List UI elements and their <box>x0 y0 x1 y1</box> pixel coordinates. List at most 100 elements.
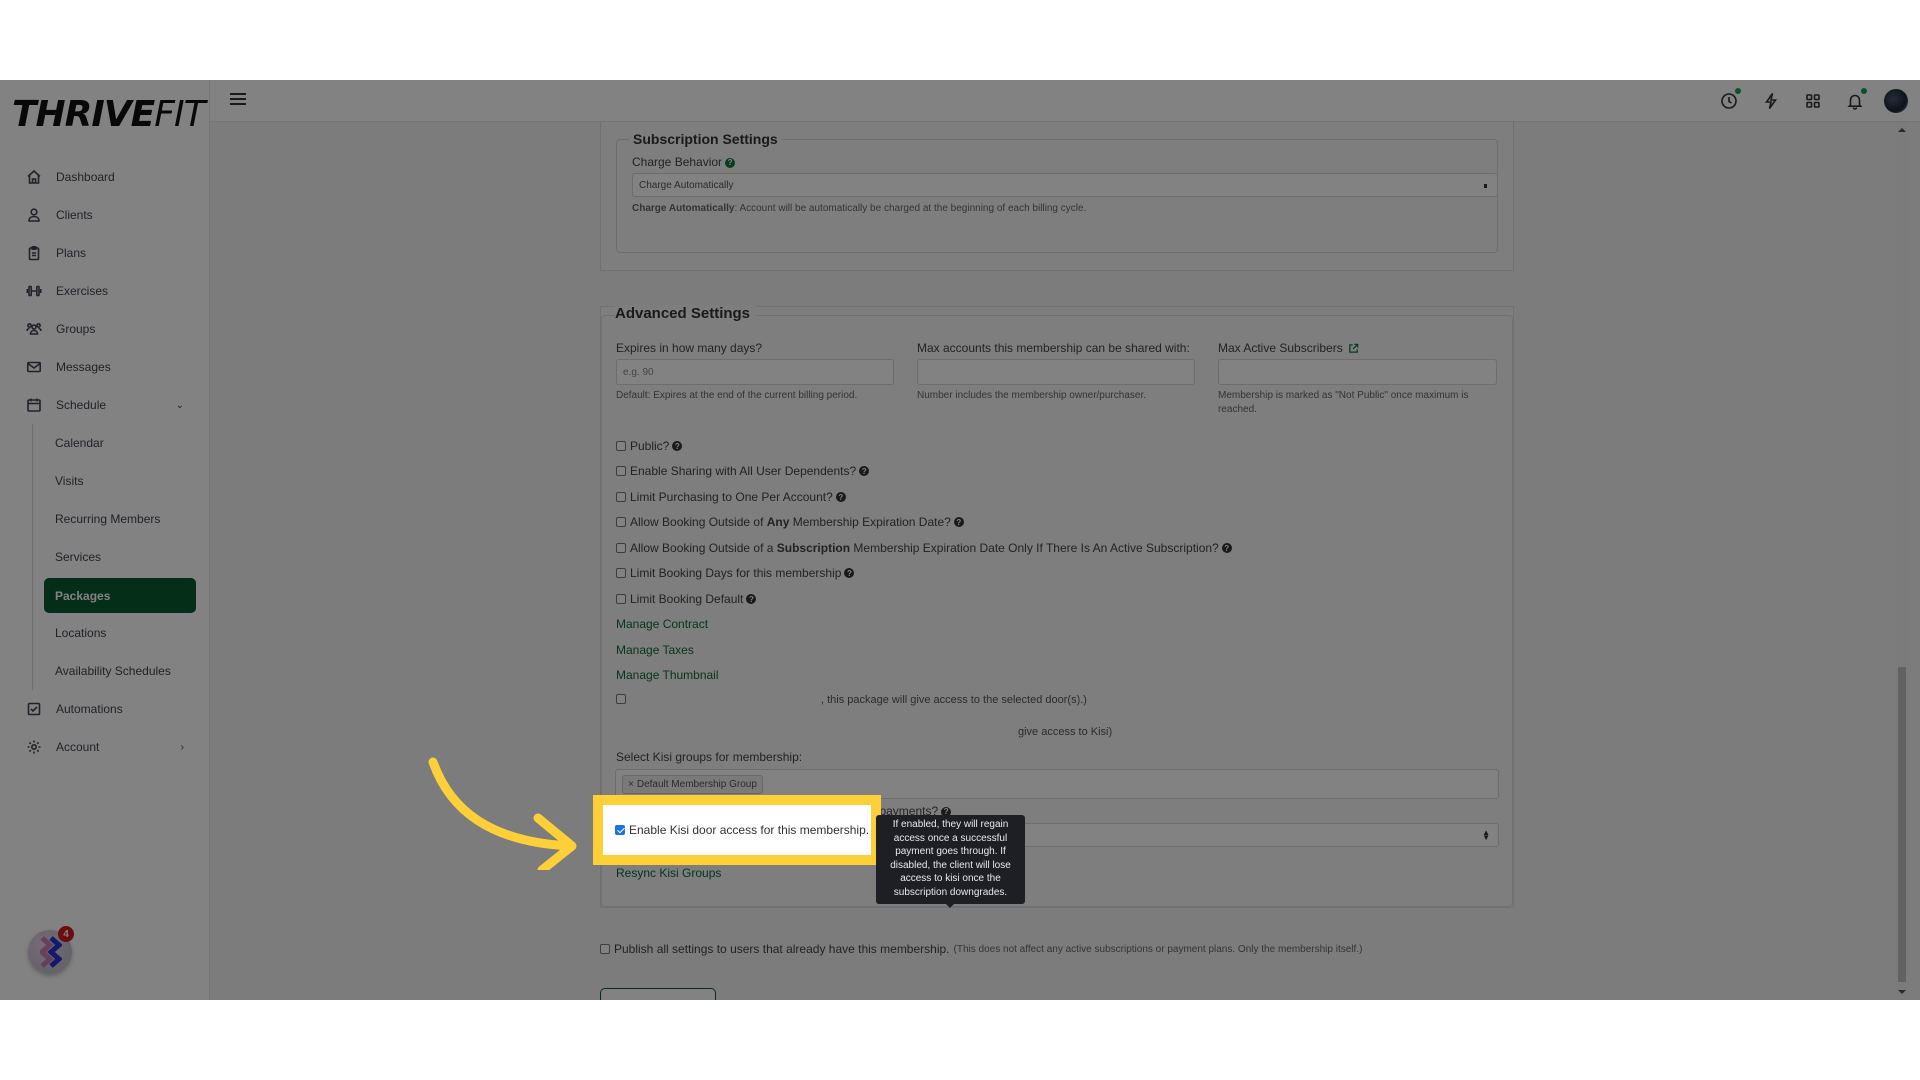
allow-booking-any-checkbox[interactable] <box>616 517 626 527</box>
allow-booking-any-checkbox-row: Allow Booking Outside of Any Membership … <box>616 515 964 529</box>
sidebar-item-services[interactable]: Services <box>0 538 210 576</box>
number-spinner-icon[interactable]: ▲ ▼ <box>1482 829 1490 842</box>
sidebar-item-visits[interactable]: Visits <box>0 462 210 500</box>
manage-thumbnail-link[interactable]: Manage Thumbnail <box>616 668 719 682</box>
help-icon[interactable]: ? <box>835 492 846 502</box>
bolt-icon[interactable] <box>1758 88 1784 114</box>
help-icon[interactable]: ? <box>953 517 964 527</box>
max-subscribers-hint: Membership is marked as "Not Public" onc… <box>1218 390 1469 415</box>
sidebar-item-packages[interactable]: Packages <box>44 578 196 613</box>
limit-booking-default-checkbox-row: Limit Booking Default? <box>616 592 757 606</box>
thrivefit-logo[interactable]: THRIVEFIT <box>12 94 206 135</box>
help-icon[interactable]: ? <box>844 568 855 578</box>
limit-booking-days-checkbox[interactable] <box>616 568 626 578</box>
sidebar-item-exercises[interactable]: Exercises <box>0 272 210 310</box>
hint-text: : Account will be automatically be charg… <box>734 203 1087 214</box>
kisi-groups-label: Select Kisi groups for membership: <box>616 750 803 764</box>
sidebar-item-label: Dashboard <box>56 170 115 184</box>
charge-behavior-hint: Charge Automatically: Account will be au… <box>632 202 1086 216</box>
external-link-icon[interactable] <box>1348 343 1359 354</box>
limit-booking-default-checkbox[interactable] <box>616 594 626 604</box>
clock-icon[interactable] <box>1716 88 1742 114</box>
sidebar-item-label: Schedule <box>56 398 107 412</box>
status-dot <box>1861 88 1867 94</box>
user-icon <box>26 207 42 223</box>
checkbox-label: Limit Purchasing to One Per Account? <box>630 490 833 504</box>
scrollbar-thumb[interactable] <box>1898 667 1906 982</box>
checkbox-label-bold: Subscription <box>776 541 851 555</box>
chevron-down-icon[interactable]: ⌄ <box>176 400 184 411</box>
sidebar-item-automations[interactable]: Automations <box>0 690 210 728</box>
sidebar-item-schedule[interactable]: Schedule ⌄ <box>0 386 210 424</box>
max-subscribers-input[interactable] <box>1218 359 1497 385</box>
sidebar-item-recurring-members[interactable]: Recurring Members <box>0 500 210 538</box>
save-button[interactable] <box>600 988 716 1000</box>
door-access-checkbox-row <box>616 694 630 704</box>
gear-icon <box>26 739 42 755</box>
publish-settings-note: (This does not affect any active subscri… <box>953 943 1363 955</box>
sidebar-item-plans[interactable]: Plans <box>0 234 210 272</box>
section-title: Advanced Settings <box>615 305 757 322</box>
hamburger-menu-icon[interactable] <box>230 93 246 107</box>
allow-booking-subscription-checkbox[interactable] <box>616 543 626 553</box>
sidebar-item-label: Exercises <box>56 284 109 298</box>
expires-days-input[interactable]: e.g. 90 <box>616 359 894 385</box>
manage-contract-link[interactable]: Manage Contract <box>616 617 708 631</box>
remove-tag-icon[interactable]: × <box>628 779 634 790</box>
checkbox-label-bold: Any <box>766 515 790 529</box>
scroll-down-arrow-icon[interactable] <box>1898 990 1906 994</box>
expires-placeholder: e.g. 90 <box>623 366 654 378</box>
max-accounts-input[interactable] <box>917 359 1195 385</box>
hint-bold: Charge Automatically <box>632 203 735 214</box>
sidebar-item-account[interactable]: Account › <box>0 728 210 766</box>
sidebar-item-label: Messages <box>56 360 111 374</box>
scroll-up-arrow-icon[interactable] <box>1898 128 1906 132</box>
door-access-checkbox[interactable] <box>616 694 626 704</box>
expires-label: Expires in how many days? <box>616 341 763 355</box>
help-icon[interactable]: ? <box>672 441 683 451</box>
app-window: THRIVEFIT Dashboard Clients Plans Exerci… <box>0 80 1920 1000</box>
kisi-access-checkbox-row: Enable Kisi door access for this members… <box>615 823 869 837</box>
chevron-right-icon[interactable]: › <box>181 742 184 753</box>
sidebar-item-locations[interactable]: Locations <box>0 614 210 652</box>
kisi-access-highlight: Enable Kisi door access for this members… <box>593 795 881 865</box>
dumbbell-icon <box>26 283 42 299</box>
checkbox-icon <box>26 701 42 717</box>
sidebar-item-clients[interactable]: Clients <box>0 196 210 234</box>
enable-sharing-checkbox-row: Enable Sharing with All User Dependents?… <box>616 464 870 478</box>
max-accounts-hint: Number includes the membership owner/pur… <box>917 390 1146 401</box>
logo-bold-text: THRIVE <box>12 94 155 135</box>
notification-count-badge: 4 <box>58 926 74 942</box>
help-icon[interactable]: ? <box>746 594 757 604</box>
status-dot <box>1735 88 1741 94</box>
sidebar-item-dashboard[interactable]: Dashboard <box>0 158 210 196</box>
checkbox-label: Enable Sharing with All User Dependents? <box>630 464 857 478</box>
publish-settings-checkbox[interactable] <box>600 944 610 954</box>
publish-settings-label: Publish all settings to users that alrea… <box>614 942 950 956</box>
top-bar-actions <box>1700 88 1908 114</box>
kisi-access-checkbox[interactable] <box>615 825 625 835</box>
sidebar-item-messages[interactable]: Messages <box>0 348 210 386</box>
clipboard-icon <box>26 245 42 261</box>
users-icon <box>26 321 42 337</box>
limit-purchasing-checkbox[interactable] <box>616 492 626 502</box>
enable-sharing-checkbox[interactable] <box>616 466 626 476</box>
sidebar-item-calendar[interactable]: Calendar <box>0 424 210 462</box>
public-checkbox-row: Public?? <box>616 439 683 453</box>
help-icon[interactable]: ? <box>859 466 870 476</box>
grid-icon[interactable] <box>1800 88 1826 114</box>
avatar[interactable] <box>1884 89 1908 113</box>
charge-behavior-select[interactable]: Charge Automatically <box>632 173 1498 197</box>
manage-taxes-link[interactable]: Manage Taxes <box>616 643 694 657</box>
publish-settings-row: Publish all settings to users that alrea… <box>600 942 1362 956</box>
charge-behavior-label: Charge Behavior? <box>632 155 736 169</box>
help-icon[interactable]: ? <box>1221 543 1232 553</box>
public-checkbox[interactable] <box>616 441 626 451</box>
sidebar-item-groups[interactable]: Groups <box>0 310 210 348</box>
help-icon[interactable]: ? <box>725 157 736 168</box>
checkbox-label: Membership Expiration Date? <box>789 515 951 529</box>
resync-kisi-groups-link[interactable]: Resync Kisi Groups <box>616 866 721 880</box>
sidebar-item-availability-schedules[interactable]: Availability Schedules <box>0 652 210 690</box>
vertical-scrollbar[interactable] <box>1896 122 1908 1000</box>
bell-icon[interactable] <box>1842 88 1868 114</box>
